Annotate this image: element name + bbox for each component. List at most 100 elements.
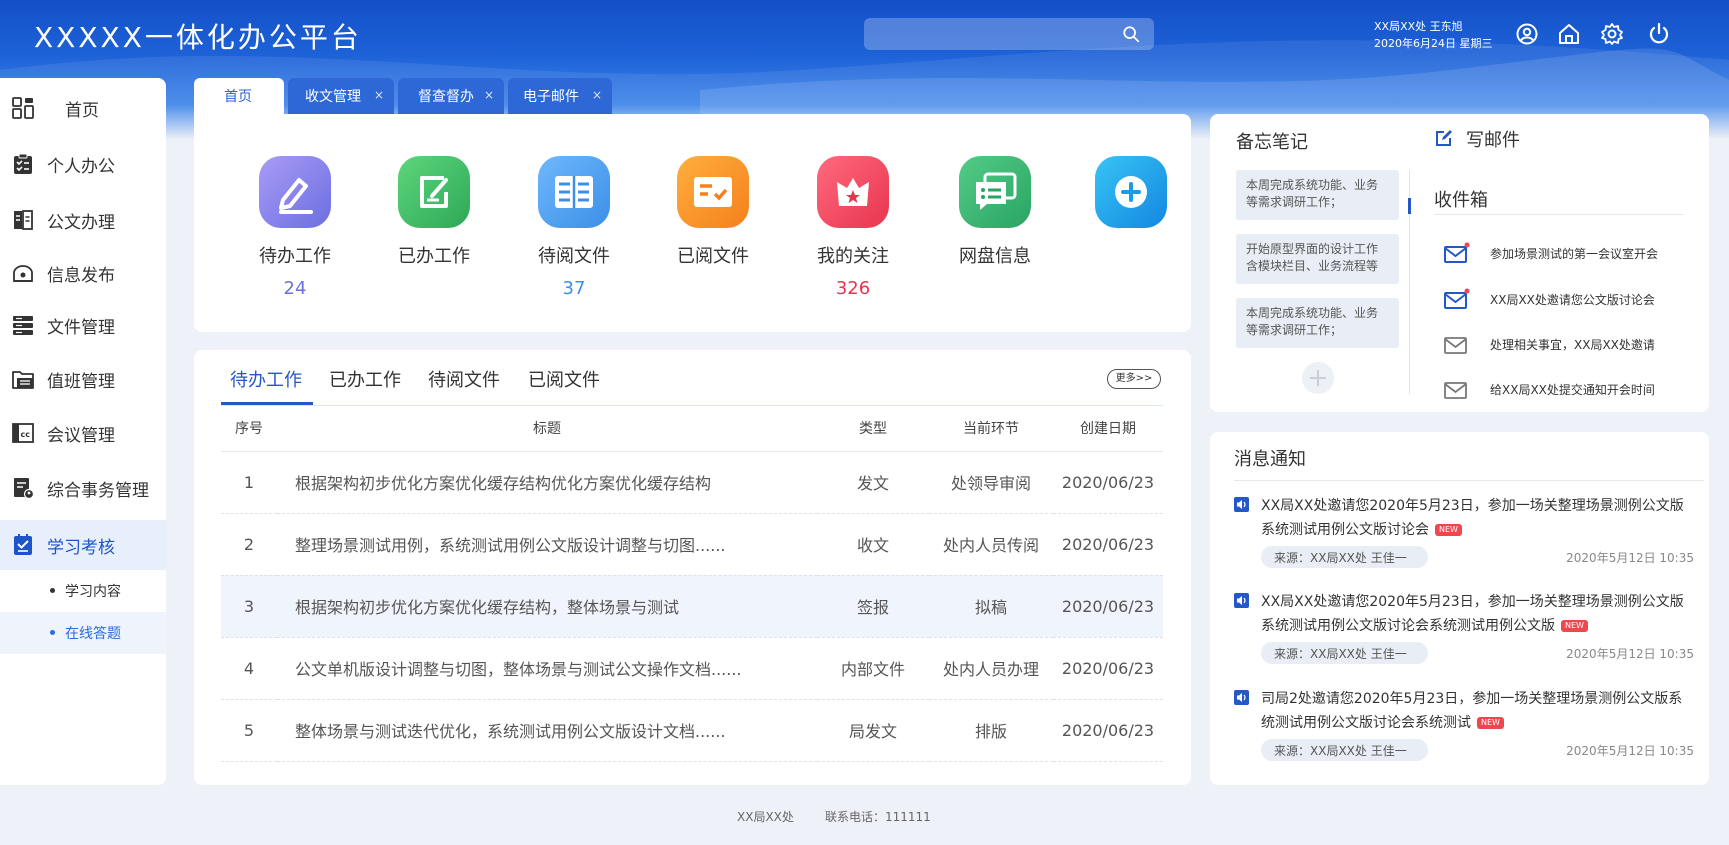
sidebar-item-meeting[interactable]: cc 会议管理 <box>0 411 166 455</box>
close-icon[interactable]: × <box>592 88 602 102</box>
table-row[interactable]: 5 整体场景与测试迭代优化，系统测试用例公文版设计文档...... 局发文 排版… <box>221 699 1163 762</box>
col-header-title: 标题 <box>277 406 817 452</box>
memo-item[interactable]: 本周完成系统功能、业务 等需求调研工作； <box>1236 170 1399 220</box>
col-header-index: 序号 <box>221 406 277 452</box>
sidebar-item-label: 信息发布 <box>47 265 115 286</box>
sidebar-item-home[interactable]: 首页 <box>0 86 166 130</box>
mail-read-icon <box>1444 382 1467 399</box>
sidebar-item-affairs[interactable]: 综合事务管理 <box>0 466 166 510</box>
memo-line: 本周完成系统功能、业务 <box>1246 178 1379 192</box>
col-header-stage: 当前环节 <box>929 406 1053 452</box>
memo-item[interactable]: 开始原型界面的设计工作 含模块栏目、业务流程等 <box>1236 234 1399 284</box>
power-icon[interactable] <box>1647 22 1671 46</box>
sidebar-item-personal[interactable]: 个人办公 <box>0 142 166 186</box>
compose-icon <box>1436 130 1452 146</box>
tab-incoming-docs[interactable]: 收文管理 × <box>288 78 394 114</box>
shortcut-pending-work[interactable]: 待办工作 24 <box>235 156 355 299</box>
search-icon[interactable] <box>1122 25 1140 43</box>
cell-title[interactable]: 根据架构初步优化方案优化缓存结构，整体场景与测试 <box>277 575 817 638</box>
add-memo-icon[interactable] <box>1301 361 1335 395</box>
mail-unread-icon <box>1444 242 1470 263</box>
close-icon[interactable]: × <box>484 88 494 102</box>
meeting-icon: cc <box>12 423 34 443</box>
task-tab-pending[interactable]: 待办工作 <box>230 366 302 392</box>
shortcut-read-files[interactable]: 已阅文件 <box>653 156 773 278</box>
notice-item[interactable]: XX局XX处邀请您2020年5月23日，参加一场关整理场景测例公文版系统测试用例… <box>1234 494 1694 574</box>
sidebar-item-label: 值班管理 <box>47 371 115 392</box>
cell-stage: 处内人员传阅 <box>929 513 1053 576</box>
new-badge: NEW <box>1561 620 1588 632</box>
book-icon <box>538 156 610 228</box>
task-tab-unread[interactable]: 待阅文件 <box>428 366 500 392</box>
home-icon[interactable] <box>1557 22 1581 46</box>
tab-home[interactable]: 首页 <box>194 78 284 114</box>
search-input[interactable] <box>864 18 1114 50</box>
sidebar-item-label: 文件管理 <box>47 317 115 338</box>
gear-icon[interactable] <box>1600 22 1624 46</box>
shortcut-label: 我的关注 <box>817 246 889 267</box>
notice-divider <box>1234 480 1704 481</box>
cell-title[interactable]: 整理场景测试用例，系统测试用例公文版设计调整与切图...... <box>277 513 817 576</box>
table-header-row: 序号 标题 类型 当前环节 创建日期 <box>221 406 1163 452</box>
shortcut-my-follow[interactable]: 我的关注 326 <box>793 156 913 299</box>
task-tab-read[interactable]: 已阅文件 <box>528 366 600 392</box>
sidebar-item-study[interactable]: 学习考核 <box>0 520 166 570</box>
cell-title[interactable]: 整体场景与测试迭代优化，系统测试用例公文版设计文档...... <box>277 699 817 762</box>
memo-line: 开始原型界面的设计工作 <box>1246 242 1379 256</box>
inbox-divider <box>1434 214 1684 215</box>
mail-item[interactable]: 处理相关事宜，XX局XX处邀请 <box>1444 331 1674 361</box>
mail-item[interactable]: XX局XX处邀请您公文版讨论会 <box>1444 286 1674 316</box>
sidebar-item-publish[interactable]: 信息发布 <box>0 251 166 295</box>
mail-subject: XX局XX处邀请您公文版讨论会 <box>1490 293 1655 307</box>
new-badge: NEW <box>1435 524 1462 536</box>
clipboard-icon <box>14 153 32 174</box>
memo-item[interactable]: 本周完成系统功能、业务 等需求调研工作； <box>1236 298 1399 348</box>
shortcut-label: 已办工作 <box>398 246 470 267</box>
shortcut-count: 37 <box>562 278 586 299</box>
shortcut-add[interactable] <box>1071 156 1191 242</box>
notice-time: 2020年5月12日 10:35 <box>1566 647 1694 661</box>
table-row[interactable]: 1 根据架构初步优化方案优化缓存结构优化方案优化缓存结构 发文 处领导审阅 20… <box>221 451 1163 514</box>
cell-type: 收文 <box>817 513 929 576</box>
cell-type: 内部文件 <box>817 637 929 700</box>
cell-date: 2020/06/23 <box>1053 451 1163 514</box>
tab-label: 首页 <box>224 89 252 105</box>
notice-panel: 消息通知 XX局XX处邀请您2020年5月23日，参加一场关整理场景测例公文版系… <box>1210 432 1709 785</box>
table-row[interactable]: 3 根据架构初步优化方案优化缓存结构，整体场景与测试 签报 拟稿 2020/06… <box>221 575 1163 638</box>
sidebar-item-files[interactable]: 文件管理 <box>0 303 166 347</box>
task-tab-done[interactable]: 已办工作 <box>329 366 401 392</box>
cell-stage: 处领导审阅 <box>929 451 1053 514</box>
sidebar-item-documents[interactable]: 公文办理 <box>0 198 166 242</box>
tab-supervision[interactable]: 督查督办 × <box>398 78 504 114</box>
notice-item[interactable]: 司局2处邀请您2020年5月23日，参加一场关整理场景测例公文版系统测试用例公文… <box>1234 687 1694 767</box>
search-box[interactable] <box>864 18 1154 50</box>
pencil-icon <box>259 156 331 228</box>
sidebar-item-duty[interactable]: 值班管理 <box>0 357 166 401</box>
more-button[interactable]: 更多>> <box>1107 369 1161 389</box>
cell-date: 2020/06/23 <box>1053 637 1163 700</box>
sidebar-subitem-study-content[interactable]: 学习内容 <box>0 570 166 612</box>
sidebar-subitem-online-quiz[interactable]: 在线答题 <box>0 612 166 654</box>
shortcut-done-work[interactable]: 已办工作 <box>374 156 494 278</box>
shortcut-panel: 待办工作 24 已办工作 待阅文件 37 已阅文件 我的关注 326 网盘信息 <box>194 114 1191 332</box>
table-row[interactable]: 4 公文单机版设计调整与切图，整体场景与测试公文操作文档...... 内部文件 … <box>221 637 1163 700</box>
user-icon[interactable] <box>1515 22 1539 46</box>
tab-email[interactable]: 电子邮件 × <box>508 78 612 114</box>
shortcut-netdisk[interactable]: 网盘信息 <box>935 156 1055 278</box>
shortcut-label: 待阅文件 <box>538 246 610 267</box>
close-icon[interactable]: × <box>374 88 384 102</box>
cell-title[interactable]: 根据架构初步优化方案优化缓存结构优化方案优化缓存结构 <box>277 451 817 514</box>
notice-source: 来源：XX局XX处 王佳一 <box>1261 642 1428 664</box>
shortcut-unread-files[interactable]: 待阅文件 37 <box>514 156 634 299</box>
notice-item[interactable]: XX局XX处邀请您2020年5月23日，参加一场关整理场景测例公文版系统测试用例… <box>1234 590 1694 670</box>
tab-label: 收文管理 <box>305 89 361 105</box>
memo-line: 等需求调研工作； <box>1246 195 1343 209</box>
cell-title[interactable]: 公文单机版设计调整与切图，整体场景与测试公文操作文档...... <box>277 637 817 700</box>
dashboard-icon <box>12 97 34 119</box>
mail-item[interactable]: 给XX局XX处提交通知开会时间 <box>1444 376 1674 406</box>
scroll-indicator[interactable] <box>1408 198 1411 214</box>
sidebar-item-label: 公文办理 <box>47 212 115 233</box>
user-info: XX局XX处 王东旭 2020年6月24日 星期三 <box>1374 18 1493 52</box>
mail-item[interactable]: 参加场景测试的第一会议室开会 <box>1444 240 1674 270</box>
table-row[interactable]: 2 整理场景测试用例，系统测试用例公文版设计调整与切图...... 收文 处内人… <box>221 513 1163 576</box>
